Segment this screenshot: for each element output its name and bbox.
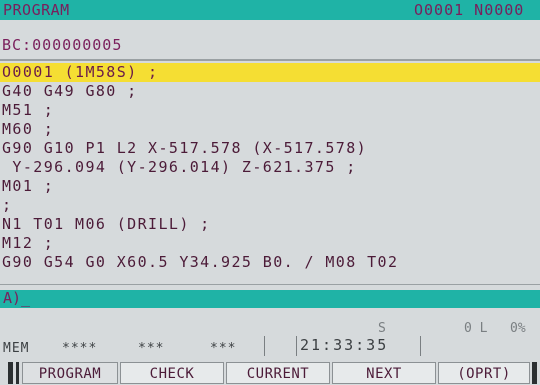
mode-indicator: MEM [3, 341, 30, 356]
override-label: 0 L [464, 321, 488, 336]
divider [0, 284, 540, 285]
code-line-current[interactable]: O0001 (1M58S) ; [0, 63, 540, 82]
sequence-readout: BC:000000005 [2, 36, 123, 54]
softkey-left-arrow[interactable] [8, 362, 13, 384]
override-percent: 0% [510, 321, 526, 336]
code-line[interactable]: G90 G54 G0 X60.5 Y34.925 B0. / M08 T02 [0, 253, 540, 272]
code-line[interactable]: ; [0, 196, 540, 215]
code-line[interactable]: M51 ; [0, 101, 540, 120]
spindle-label: S [378, 321, 386, 336]
status-area: S 0 L 0% MEM **** *** *** 21:33:35 [0, 308, 540, 360]
softkey-right-arrow[interactable] [532, 362, 537, 384]
program-editor[interactable]: O0001 (1M58S) ; G40 G49 G80 ; M51 ; M60 … [0, 63, 540, 281]
softkey-current[interactable]: CURRENT [226, 362, 330, 384]
code-line[interactable]: M60 ; [0, 120, 540, 139]
softkey-check[interactable]: CHECK [120, 362, 224, 384]
program-number: O0001 N0000 [414, 1, 525, 19]
softkey-program[interactable]: PROGRAM [22, 362, 118, 384]
softkey-left-arrow-edge [16, 362, 19, 384]
divider [296, 336, 297, 356]
cnc-screen: PROGRAM O0001 N0000 BC:000000005 O0001 (… [0, 0, 540, 385]
status-stars: *** [138, 341, 165, 356]
sequence-area: BC:000000005 [0, 20, 540, 58]
divider [264, 336, 265, 356]
code-line[interactable]: M01 ; [0, 177, 540, 196]
code-line[interactable]: M12 ; [0, 234, 540, 253]
divider [0, 59, 540, 61]
code-line[interactable]: N1 T01 M06 (DRILL) ; [0, 215, 540, 234]
softkey-bar: PROGRAM CHECK CURRENT NEXT (OPRT) [0, 361, 540, 385]
divider [420, 336, 421, 356]
code-line[interactable]: Y-296.094 (Y-296.014) Z-621.375 ; [0, 158, 540, 177]
input-buffer-text: A)_ [3, 289, 31, 307]
input-buffer[interactable]: A)_ [0, 289, 540, 308]
softkey-next[interactable]: NEXT [332, 362, 436, 384]
status-stars: *** [210, 341, 237, 356]
header-bar: PROGRAM O0001 N0000 [0, 0, 540, 20]
clock: 21:33:35 [300, 336, 389, 354]
screen-title: PROGRAM [3, 1, 70, 19]
code-line[interactable]: G40 G49 G80 ; [0, 82, 540, 101]
softkey-oprt[interactable]: (OPRT) [438, 362, 530, 384]
code-line[interactable]: G90 G10 P1 L2 X-517.578 (X-517.578) [0, 139, 540, 158]
status-stars: **** [62, 341, 98, 356]
